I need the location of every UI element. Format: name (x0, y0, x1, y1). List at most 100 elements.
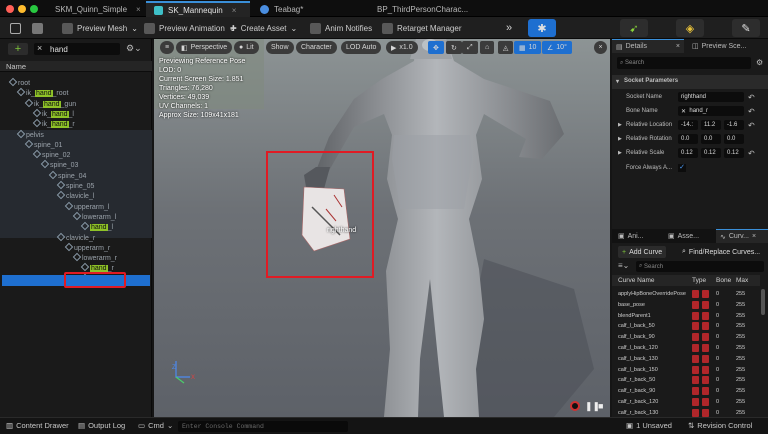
scale-z-input[interactable]: 0.12 (724, 148, 744, 158)
preview-mesh-button[interactable]: Preview Mesh ⌄ (58, 20, 142, 36)
output-log-button[interactable]: ▤ Output Log (78, 421, 125, 430)
retarget-manager-button[interactable]: Retarget Manager (378, 20, 465, 36)
curve-row[interactable]: calf_r_back_90 0 255 (612, 386, 760, 397)
curve-type-toggle-icon[interactable] (692, 387, 699, 396)
minimize-window-button[interactable] (18, 5, 26, 13)
reset-icon[interactable]: ↶ (748, 149, 755, 158)
curve-type-toggle-icon[interactable] (692, 376, 699, 385)
socket-name-input[interactable]: righthand (678, 92, 744, 102)
curve-row[interactable]: applyHipBoneOverridePose 0 255 (612, 289, 760, 300)
create-asset-button[interactable]: ✚ Create Asset ⌄ (226, 20, 301, 36)
world-local-button[interactable]: ⌂ (480, 41, 495, 54)
curve-type-toggle-icon[interactable] (702, 333, 709, 342)
socket-parameters-header[interactable]: ▾ Socket Parameters (612, 75, 768, 89)
close-tab-icon[interactable]: × (676, 43, 680, 50)
curve-row[interactable]: base_pose 0 255 (612, 300, 760, 311)
curve-row[interactable]: calf_r_back_50 0 255 (612, 375, 760, 386)
curve-type-toggle-icon[interactable] (702, 300, 709, 309)
revision-control-button[interactable]: ⇅ Revision Control (688, 421, 752, 430)
close-window-button[interactable] (6, 5, 14, 13)
curve-type-toggle-icon[interactable] (702, 290, 709, 298)
settings-gear-icon[interactable]: ⚙⌄ (126, 43, 142, 54)
rotation-snap-button[interactable]: ∠ 10° (542, 41, 572, 54)
preview-viewport[interactable]: Z X ≡ ◧ Perspective ● Lit Show Character L… (154, 39, 610, 417)
bone-name-field[interactable]: ✕ hand_r (678, 106, 744, 116)
rotation-z-input[interactable]: 0.0 (724, 134, 744, 144)
curve-type-toggle-icon[interactable] (702, 365, 709, 374)
curve-row[interactable]: blendParent1 0 255 (612, 311, 760, 322)
rotation-x-input[interactable]: 0.0 (678, 134, 698, 144)
force-always-checkbox[interactable]: ✓ (678, 164, 686, 172)
curve-type-toggle-icon[interactable] (702, 344, 709, 352)
tab-asset[interactable]: ▣ Asse... (664, 229, 712, 243)
curve-type-toggle-icon[interactable] (702, 408, 709, 417)
viewport-options-button[interactable]: ≡ (160, 41, 174, 54)
curve-type-toggle-icon[interactable] (692, 290, 699, 298)
anim-notifies-button[interactable]: Anim Notifies (306, 20, 376, 36)
blueprint-mode-button[interactable]: ◈ (676, 19, 704, 37)
character-button[interactable]: Character (296, 41, 337, 54)
curve-list-scrollbar[interactable] (761, 289, 765, 315)
lit-button[interactable]: ● Lit (234, 41, 259, 54)
find-replace-curves-button[interactable]: ⌕ Find/Replace Curves... (682, 246, 760, 258)
search-input[interactable]: hand (50, 45, 68, 54)
add-curve-button[interactable]: + Add Curve (618, 246, 667, 258)
close-tab-icon[interactable]: × (136, 5, 141, 14)
grid-snap-button[interactable]: ▦ 10 (514, 41, 542, 54)
location-x-input[interactable]: -14.: (678, 120, 698, 130)
curve-type-toggle-icon[interactable] (692, 322, 699, 331)
chevron-right-icon[interactable]: ▶ (618, 150, 622, 156)
location-z-input[interactable]: -1.6 (724, 120, 744, 130)
curve-type-toggle-icon[interactable] (692, 398, 699, 406)
curve-type-toggle-icon[interactable] (702, 311, 709, 320)
curve-type-toggle-icon[interactable] (702, 322, 709, 331)
filter-icon[interactable]: ≡⌄ (618, 261, 629, 270)
chevron-right-icon[interactable]: ▶ (618, 136, 622, 142)
settings-gear-icon[interactable]: ⚙ (756, 58, 763, 67)
content-drawer-button[interactable]: ▥ Content Drawer (6, 421, 69, 430)
tab-skm-quinn-simple[interactable]: SKM_Quinn_Simple × (42, 1, 146, 17)
curve-type-toggle-icon[interactable] (692, 344, 699, 352)
playback-speed-button[interactable]: ▶ x1.0 (386, 41, 418, 54)
curve-row[interactable]: calf_r_back_120 0 255 (612, 397, 760, 408)
tab-preview-scene[interactable]: ◫ Preview Sce... (688, 39, 768, 53)
tab-teabag[interactable]: Teabag* (252, 1, 362, 17)
lod-button[interactable]: LOD Auto (341, 41, 382, 54)
rotation-y-input[interactable]: 0.0 (701, 134, 721, 144)
physics-mode-button[interactable]: ✎ (732, 19, 760, 37)
animation-mode-button[interactable]: ➹ (620, 19, 648, 37)
clear-search-icon[interactable]: × (37, 43, 42, 53)
close-tab-icon[interactable]: × (752, 233, 756, 240)
cmd-dropdown[interactable]: ▭ Cmd ⌄ (138, 421, 173, 430)
details-search-field[interactable]: ⌕ Search (617, 57, 751, 69)
curve-type-toggle-icon[interactable] (692, 354, 699, 363)
tab-anim[interactable]: ▣ Ani... (614, 229, 658, 243)
translate-tool-button[interactable]: ✥ (428, 41, 444, 54)
curve-row[interactable]: calf_l_back_50 0 255 (612, 321, 760, 332)
tab-sk-mannequin[interactable]: SK_Mannequin × (146, 1, 250, 17)
curve-type-toggle-icon[interactable] (692, 300, 699, 309)
curve-type-toggle-icon[interactable] (702, 354, 709, 363)
zoom-window-button[interactable] (30, 5, 38, 13)
tab-curves[interactable]: ∿ Curv... × (716, 229, 768, 243)
preview-animation-button[interactable]: Preview Animation ⌄ (140, 20, 240, 36)
unsaved-button[interactable]: ▣ 1 Unsaved (626, 421, 672, 430)
location-y-input[interactable]: 11.2 (701, 120, 721, 130)
tab-details[interactable]: ▤ Details × (612, 39, 684, 53)
close-tab-icon[interactable]: × (232, 6, 237, 15)
perspective-button[interactable]: ◧ Perspective (176, 41, 233, 54)
rotate-tool-button[interactable]: ↻ (446, 41, 462, 54)
show-button[interactable]: Show (266, 41, 294, 54)
record-button[interactable] (570, 401, 580, 411)
stop-icon[interactable]: ■ (598, 401, 603, 411)
curve-row[interactable]: calf_l_back_150 0 255 (612, 365, 760, 376)
curve-row[interactable]: calf_l_back_90 0 255 (612, 332, 760, 343)
add-bone-button[interactable]: + (8, 43, 28, 55)
scale-x-input[interactable]: 0.12 (678, 148, 698, 158)
curve-row[interactable]: calf_l_back_120 0 255 (612, 343, 760, 354)
reset-icon[interactable]: ↶ (748, 93, 755, 102)
curve-type-toggle-icon[interactable] (692, 333, 699, 342)
reset-icon[interactable]: ↶ (748, 121, 755, 130)
chevron-right-icon[interactable]: ▶ (618, 122, 622, 128)
curve-search-field[interactable]: ⌕ Search (636, 261, 764, 272)
